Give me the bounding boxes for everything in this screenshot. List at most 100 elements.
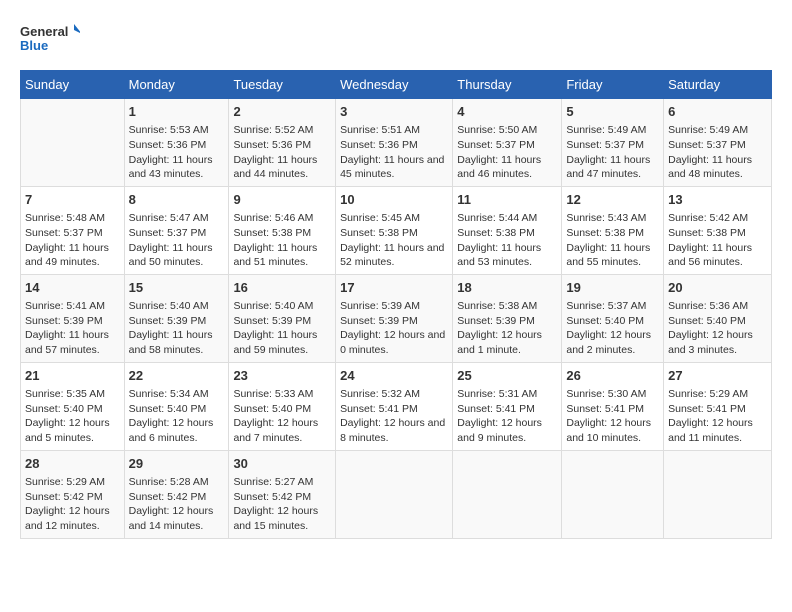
calendar-cell <box>336 450 453 538</box>
day-info: Sunrise: 5:45 AM Sunset: 5:38 PM Dayligh… <box>340 211 448 270</box>
day-number: 22 <box>129 367 225 385</box>
day-info: Sunrise: 5:36 AM Sunset: 5:40 PM Dayligh… <box>668 299 767 358</box>
calendar-cell: 13 Sunrise: 5:42 AM Sunset: 5:38 PM Dayli… <box>664 186 772 274</box>
day-info: Sunrise: 5:40 AM Sunset: 5:39 PM Dayligh… <box>233 299 331 358</box>
calendar-cell <box>664 450 772 538</box>
day-info: Sunrise: 5:33 AM Sunset: 5:40 PM Dayligh… <box>233 387 331 446</box>
calendar-cell: 30Sunrise: 5:27 AM Sunset: 5:42 PM Dayli… <box>229 450 336 538</box>
calendar-cell: 21 Sunrise: 5:35 AM Sunset: 5:40 PM Dayli… <box>21 362 125 450</box>
calendar-cell <box>562 450 664 538</box>
calendar-cell: 1 Sunrise: 5:53 AM Sunset: 5:36 PM Daylig… <box>124 99 229 187</box>
calendar-body: 1 Sunrise: 5:53 AM Sunset: 5:36 PM Daylig… <box>21 99 772 539</box>
day-number: 10 <box>340 191 448 209</box>
day-number: 12 <box>566 191 659 209</box>
day-number: 20 <box>668 279 767 297</box>
day-info: Sunrise: 5:39 AM Sunset: 5:39 PM Dayligh… <box>340 299 448 358</box>
calendar-cell: 12 Sunrise: 5:43 AM Sunset: 5:38 PM Dayli… <box>562 186 664 274</box>
page-header: General Blue <box>20 20 772 60</box>
day-number: 7 <box>25 191 120 209</box>
day-info: Sunrise: 5:49 AM Sunset: 5:37 PM Dayligh… <box>668 123 767 182</box>
day-number: 27 <box>668 367 767 385</box>
day-info: Sunrise: 5:51 AM Sunset: 5:36 PM Dayligh… <box>340 123 448 182</box>
day-info: Sunrise: 5:40 AM Sunset: 5:39 PM Dayligh… <box>129 299 225 358</box>
header-cell-friday: Friday <box>562 71 664 99</box>
day-info: Sunrise: 5:49 AM Sunset: 5:37 PM Dayligh… <box>566 123 659 182</box>
calendar-cell: 28 Sunrise: 5:29 AM Sunset: 5:42 PM Dayli… <box>21 450 125 538</box>
calendar-cell: 6 Sunrise: 5:49 AM Sunset: 5:37 PM Daylig… <box>664 99 772 187</box>
calendar-cell: 23 Sunrise: 5:33 AM Sunset: 5:40 PM Dayli… <box>229 362 336 450</box>
calendar-cell: 3 Sunrise: 5:51 AM Sunset: 5:36 PM Daylig… <box>336 99 453 187</box>
header-cell-thursday: Thursday <box>453 71 562 99</box>
day-info: Sunrise: 5:37 AM Sunset: 5:40 PM Dayligh… <box>566 299 659 358</box>
day-info: Sunrise: 5:29 AM Sunset: 5:42 PM Dayligh… <box>25 475 120 534</box>
logo: General Blue <box>20 20 80 60</box>
day-number: 13 <box>668 191 767 209</box>
day-number: 15 <box>129 279 225 297</box>
day-number: 17 <box>340 279 448 297</box>
day-info: Sunrise: 5:29 AM Sunset: 5:41 PM Dayligh… <box>668 387 767 446</box>
calendar-cell: 16 Sunrise: 5:40 AM Sunset: 5:39 PM Dayli… <box>229 274 336 362</box>
day-number: 28 <box>25 455 120 473</box>
day-number: 21 <box>25 367 120 385</box>
day-info: Sunrise: 5:38 AM Sunset: 5:39 PM Dayligh… <box>457 299 557 358</box>
svg-text:Blue: Blue <box>20 38 48 53</box>
calendar-week-3: 21 Sunrise: 5:35 AM Sunset: 5:40 PM Dayli… <box>21 362 772 450</box>
day-number: 14 <box>25 279 120 297</box>
calendar-cell: 20 Sunrise: 5:36 AM Sunset: 5:40 PM Dayli… <box>664 274 772 362</box>
calendar-cell: 5 Sunrise: 5:49 AM Sunset: 5:37 PM Daylig… <box>562 99 664 187</box>
calendar-cell: 26Sunrise: 5:30 AM Sunset: 5:41 PM Dayli… <box>562 362 664 450</box>
day-number: 23 <box>233 367 331 385</box>
calendar-cell: 27 Sunrise: 5:29 AM Sunset: 5:41 PM Dayli… <box>664 362 772 450</box>
calendar-week-0: 1 Sunrise: 5:53 AM Sunset: 5:36 PM Daylig… <box>21 99 772 187</box>
day-info: Sunrise: 5:47 AM Sunset: 5:37 PM Dayligh… <box>129 211 225 270</box>
header-cell-wednesday: Wednesday <box>336 71 453 99</box>
day-number: 6 <box>668 103 767 121</box>
calendar-cell: 18Sunrise: 5:38 AM Sunset: 5:39 PM Dayli… <box>453 274 562 362</box>
logo-svg: General Blue <box>20 20 80 60</box>
day-number: 30 <box>233 455 331 473</box>
header-cell-monday: Monday <box>124 71 229 99</box>
calendar-cell: 11Sunrise: 5:44 AM Sunset: 5:38 PM Dayli… <box>453 186 562 274</box>
day-info: Sunrise: 5:35 AM Sunset: 5:40 PM Dayligh… <box>25 387 120 446</box>
calendar-week-4: 28 Sunrise: 5:29 AM Sunset: 5:42 PM Dayli… <box>21 450 772 538</box>
day-number: 3 <box>340 103 448 121</box>
calendar-cell: 17 Sunrise: 5:39 AM Sunset: 5:39 PM Dayli… <box>336 274 453 362</box>
calendar-cell <box>453 450 562 538</box>
day-info: Sunrise: 5:44 AM Sunset: 5:38 PM Dayligh… <box>457 211 557 270</box>
day-info: Sunrise: 5:28 AM Sunset: 5:42 PM Dayligh… <box>129 475 225 534</box>
calendar-cell: 8 Sunrise: 5:47 AM Sunset: 5:37 PM Daylig… <box>124 186 229 274</box>
day-number: 4 <box>457 103 557 121</box>
day-info: Sunrise: 5:53 AM Sunset: 5:36 PM Dayligh… <box>129 123 225 182</box>
day-info: Sunrise: 5:31 AM Sunset: 5:41 PM Dayligh… <box>457 387 557 446</box>
day-number: 9 <box>233 191 331 209</box>
day-number: 1 <box>129 103 225 121</box>
calendar-header: SundayMondayTuesdayWednesdayThursdayFrid… <box>21 71 772 99</box>
header-row: SundayMondayTuesdayWednesdayThursdayFrid… <box>21 71 772 99</box>
calendar-cell <box>21 99 125 187</box>
day-number: 29 <box>129 455 225 473</box>
calendar-cell: 15 Sunrise: 5:40 AM Sunset: 5:39 PM Dayli… <box>124 274 229 362</box>
calendar-week-1: 7Sunrise: 5:48 AM Sunset: 5:37 PM Daylig… <box>21 186 772 274</box>
calendar-table: SundayMondayTuesdayWednesdayThursdayFrid… <box>20 70 772 539</box>
header-cell-tuesday: Tuesday <box>229 71 336 99</box>
day-info: Sunrise: 5:42 AM Sunset: 5:38 PM Dayligh… <box>668 211 767 270</box>
day-number: 24 <box>340 367 448 385</box>
calendar-week-2: 14 Sunrise: 5:41 AM Sunset: 5:39 PM Dayli… <box>21 274 772 362</box>
day-info: Sunrise: 5:43 AM Sunset: 5:38 PM Dayligh… <box>566 211 659 270</box>
day-number: 8 <box>129 191 225 209</box>
day-info: Sunrise: 5:34 AM Sunset: 5:40 PM Dayligh… <box>129 387 225 446</box>
day-number: 5 <box>566 103 659 121</box>
calendar-cell: 9 Sunrise: 5:46 AM Sunset: 5:38 PM Daylig… <box>229 186 336 274</box>
day-number: 16 <box>233 279 331 297</box>
day-info: Sunrise: 5:32 AM Sunset: 5:41 PM Dayligh… <box>340 387 448 446</box>
calendar-cell: 10 Sunrise: 5:45 AM Sunset: 5:38 PM Dayli… <box>336 186 453 274</box>
header-cell-saturday: Saturday <box>664 71 772 99</box>
calendar-cell: 4 Sunrise: 5:50 AM Sunset: 5:37 PM Daylig… <box>453 99 562 187</box>
day-info: Sunrise: 5:41 AM Sunset: 5:39 PM Dayligh… <box>25 299 120 358</box>
day-info: Sunrise: 5:50 AM Sunset: 5:37 PM Dayligh… <box>457 123 557 182</box>
calendar-cell: 24 Sunrise: 5:32 AM Sunset: 5:41 PM Dayli… <box>336 362 453 450</box>
day-number: 26 <box>566 367 659 385</box>
day-number: 2 <box>233 103 331 121</box>
calendar-cell: 22 Sunrise: 5:34 AM Sunset: 5:40 PM Dayli… <box>124 362 229 450</box>
day-info: Sunrise: 5:46 AM Sunset: 5:38 PM Dayligh… <box>233 211 331 270</box>
